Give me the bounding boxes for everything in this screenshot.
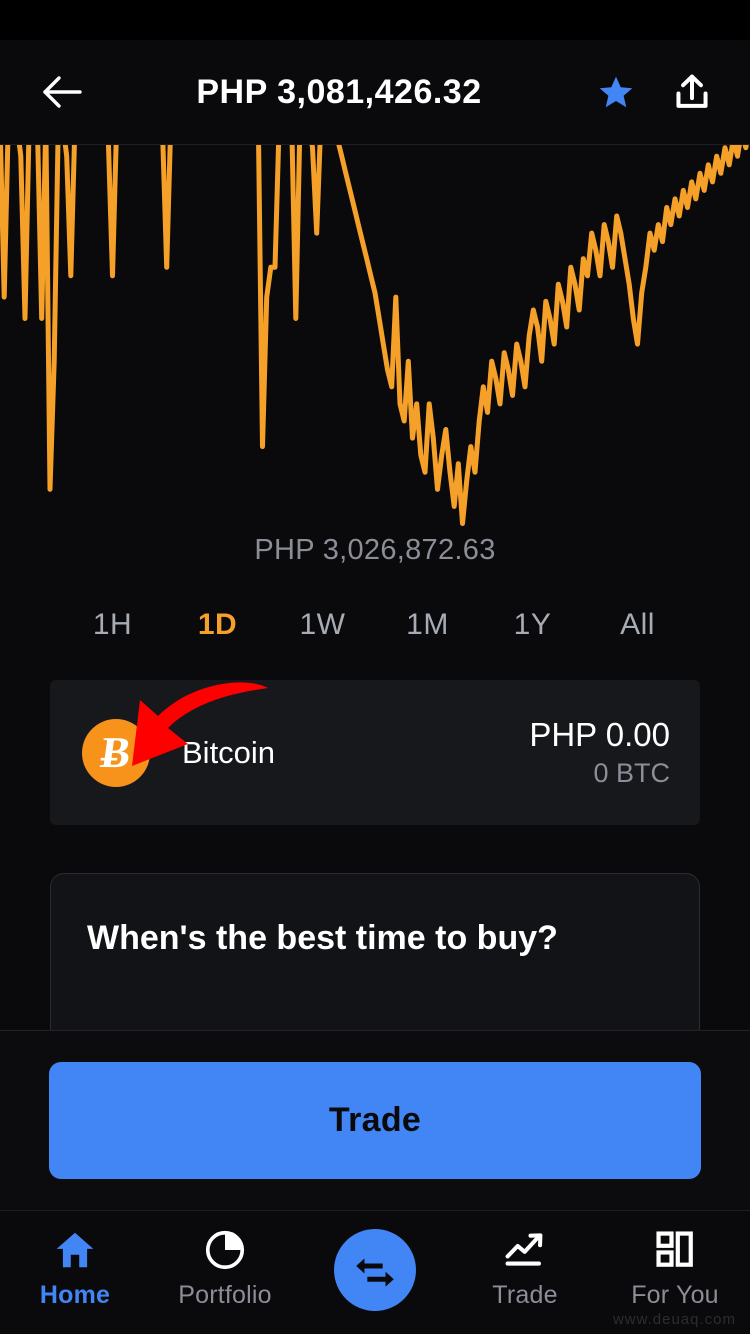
dashboard-grid-icon xyxy=(654,1227,696,1273)
page-title: PHP 3,081,426.32 xyxy=(196,72,482,111)
price-chart[interactable]: PHP 3,026,872.63 xyxy=(0,145,750,585)
asset-list: Ƀ Bitcoin PHP 0.00 0 BTC xyxy=(0,665,750,825)
asset-crypto-balance: 0 BTC xyxy=(593,758,670,788)
app-header: PHP 3,081,426.32 xyxy=(0,40,750,145)
nav-item-portfolio[interactable]: Portfolio xyxy=(150,1211,300,1334)
chart-current-price: PHP 3,026,872.63 xyxy=(254,534,496,566)
pie-chart-icon xyxy=(203,1227,247,1273)
nav-item-swap[interactable] xyxy=(300,1211,450,1334)
bitcoin-symbol-glyph: Ƀ xyxy=(97,727,135,777)
asset-balance-group: PHP 0.00 0 BTC xyxy=(529,716,670,789)
range-selector: 1H 1D 1W 1M 1Y All xyxy=(0,585,750,665)
bitcoin-icon: Ƀ xyxy=(82,718,150,787)
range-tab-1w[interactable]: 1W xyxy=(270,608,375,642)
swap-arrows-icon xyxy=(356,1258,394,1287)
range-tab-1m[interactable]: 1M xyxy=(375,608,480,642)
info-card-title: When's the best time to buy? xyxy=(87,919,558,957)
trade-action-bar: Trade xyxy=(0,1030,750,1210)
share-button[interactable] xyxy=(668,64,716,120)
back-button[interactable] xyxy=(34,64,90,120)
favorite-button[interactable] xyxy=(588,64,644,120)
range-tab-1d[interactable]: 1D xyxy=(165,608,270,642)
nav-item-home[interactable]: Home xyxy=(0,1211,150,1334)
asset-name-label: Bitcoin xyxy=(182,734,276,770)
price-chart-line xyxy=(0,145,749,526)
star-filled-icon xyxy=(599,76,633,108)
nav-item-trade[interactable]: Trade xyxy=(450,1211,600,1334)
range-tab-all[interactable]: All xyxy=(585,608,690,642)
range-tab-1y[interactable]: 1Y xyxy=(480,608,585,642)
home-icon xyxy=(52,1227,98,1273)
arrow-left-icon xyxy=(43,76,82,108)
trending-up-icon xyxy=(502,1227,548,1273)
asset-fiat-balance: PHP 0.00 xyxy=(529,716,670,753)
nav-label-home: Home xyxy=(39,1281,111,1309)
share-upload-icon xyxy=(676,74,708,108)
status-bar xyxy=(0,0,750,40)
watermark: www.deuaq.com xyxy=(612,1311,736,1328)
asset-row-bitcoin[interactable]: Ƀ Bitcoin PHP 0.00 0 BTC xyxy=(50,680,700,825)
nav-label-trade: Trade xyxy=(492,1281,558,1309)
swap-fab-button[interactable] xyxy=(334,1229,416,1311)
nav-label-portfolio: Portfolio xyxy=(178,1281,272,1309)
range-tab-1h[interactable]: 1H xyxy=(60,608,165,642)
trade-button[interactable]: Trade xyxy=(49,1062,701,1179)
nav-label-for-you: For You xyxy=(631,1281,719,1309)
